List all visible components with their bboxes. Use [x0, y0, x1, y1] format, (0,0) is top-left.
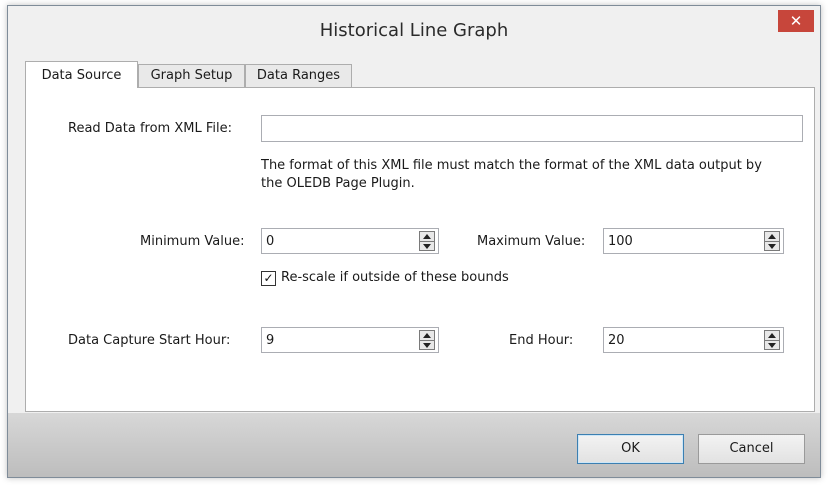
close-button[interactable]: ✕ — [778, 10, 814, 32]
minimum-value-text: 0 — [266, 234, 275, 249]
start-hour-label: Data Capture Start Hour: — [68, 333, 231, 348]
button-bar: OK Cancel — [8, 413, 820, 477]
maximum-value-spin-buttons — [764, 231, 780, 251]
xml-format-hint-line2: the OLEDB Page Plugin. — [261, 176, 415, 191]
start-hour-spinner[interactable]: 9 — [261, 327, 439, 353]
end-hour-spin-buttons — [764, 330, 780, 350]
minimum-value-label: Minimum Value: — [140, 234, 245, 249]
dialog-title: Historical Line Graph — [319, 20, 509, 41]
end-hour-label: End Hour: — [509, 333, 574, 348]
xml-format-hint-line1: The format of this XML file must match t… — [261, 158, 762, 173]
tab-data-source[interactable]: Data Source — [25, 61, 138, 88]
cancel-button[interactable]: Cancel — [698, 434, 805, 464]
spin-down-icon[interactable] — [764, 241, 780, 251]
xml-file-input[interactable] — [261, 115, 803, 142]
checkmark-icon: ✓ — [263, 271, 274, 285]
ok-button[interactable]: OK — [577, 434, 684, 464]
data-source-panel: Read Data from XML File: The format of t… — [25, 87, 815, 412]
spin-up-icon[interactable] — [764, 330, 780, 340]
end-hour-spinner[interactable]: 20 — [603, 327, 784, 353]
spin-up-icon[interactable] — [419, 330, 435, 340]
dialog-window: Historical Line Graph ✕ Data Source Grap… — [7, 5, 821, 478]
end-hour-text: 20 — [608, 333, 625, 348]
spin-down-icon[interactable] — [419, 340, 435, 350]
tab-data-ranges[interactable]: Data Ranges — [245, 64, 352, 87]
spin-up-icon[interactable] — [764, 231, 780, 241]
maximum-value-label: Maximum Value: — [477, 234, 586, 249]
title-bar[interactable]: Historical Line Graph ✕ — [8, 6, 820, 55]
start-hour-spin-buttons — [419, 330, 435, 350]
spin-up-icon[interactable] — [419, 231, 435, 241]
tab-graph-setup[interactable]: Graph Setup — [138, 64, 245, 87]
spin-down-icon[interactable] — [764, 340, 780, 350]
rescale-label[interactable]: Re-scale if outside of these bounds — [281, 270, 509, 285]
minimum-value-spinner[interactable]: 0 — [261, 228, 439, 254]
maximum-value-text: 100 — [608, 234, 633, 249]
minimum-value-spin-buttons — [419, 231, 435, 251]
maximum-value-spinner[interactable]: 100 — [603, 228, 784, 254]
spin-down-icon[interactable] — [419, 241, 435, 251]
start-hour-text: 9 — [266, 333, 275, 348]
close-icon: ✕ — [789, 12, 803, 30]
rescale-checkbox[interactable]: ✓ — [261, 271, 276, 286]
xml-file-label: Read Data from XML File: — [68, 121, 232, 136]
